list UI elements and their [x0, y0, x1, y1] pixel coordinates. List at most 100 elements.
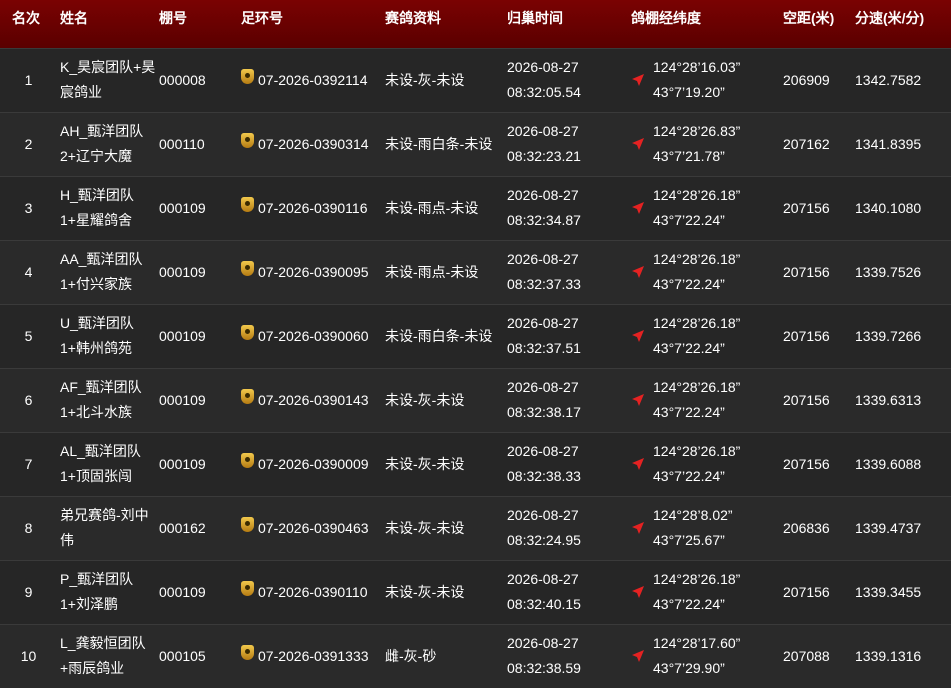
location-arrow-icon[interactable] [631, 585, 645, 599]
coords-cell[interactable]: 124°28’16.03” 43°7’19.20” [631, 48, 783, 112]
table-header-row: 名次 姓名 棚号 足环号 赛鸽资料 归巢时间 鸽棚经纬度 空距(米) 分速(米/… [0, 0, 951, 48]
shield-icon [241, 132, 254, 148]
info-cell: 未设-雨点-未设 [385, 199, 479, 216]
coords-cell[interactable]: 124°28’26.83” 43°7’21.78” [631, 112, 783, 176]
longitude: 124°28’26.83” [653, 123, 741, 139]
name-line-1: H_甄洋团队 [60, 187, 134, 203]
location-arrow-icon[interactable] [631, 521, 645, 535]
name-cell: 弟兄赛鸽-刘中 伟 [57, 496, 159, 560]
arrival-time: 08:32:38.17 [507, 404, 581, 420]
ring-cell: 07-2026-0390314 [241, 112, 385, 176]
location-arrow-icon[interactable] [631, 457, 645, 471]
ring-cell: 07-2026-0390095 [241, 240, 385, 304]
ring-number: 07-2026-0390095 [258, 263, 369, 280]
shield-icon [241, 68, 254, 84]
table-row[interactable]: 2 AH_甄洋团队 2+辽宁大魔 000110 07-2026-0390314 … [0, 112, 951, 176]
longitude: 124°28’8.02” [653, 507, 733, 523]
loft-cell: 000109 [159, 455, 206, 472]
name-line-1: U_甄洋团队 [60, 315, 134, 331]
coords-cell[interactable]: 124°28’26.18” 43°7’22.24” [631, 560, 783, 624]
info-cell: 未设-灰-未设 [385, 455, 465, 472]
table-row[interactable]: 8 弟兄赛鸽-刘中 伟 000162 07-2026-0390463 未设-灰-… [0, 496, 951, 560]
latitude: 43°7’29.90” [653, 660, 725, 677]
name-line-2: 1+刘泽鹏 [60, 596, 118, 612]
location-arrow-icon[interactable] [631, 329, 645, 343]
location-arrow-icon[interactable] [631, 137, 645, 151]
name-cell: AA_甄洋团队 1+付兴家族 [57, 240, 159, 304]
coords-cell[interactable]: 124°28’26.18” 43°7’22.24” [631, 176, 783, 240]
table-row[interactable]: 6 AF_甄洋团队 1+北斗水族 000109 07-2026-0390143 … [0, 368, 951, 432]
rank-cell: 3 [24, 199, 33, 216]
location-arrow-icon[interactable] [631, 201, 645, 215]
header-coords: 鸽棚经纬度 [631, 10, 701, 26]
ring-number: 07-2026-0390009 [258, 455, 369, 472]
table-row[interactable]: 3 H_甄洋团队 1+星耀鸽舍 000109 07-2026-0390116 未… [0, 176, 951, 240]
longitude: 124°28’16.03” [653, 59, 741, 75]
time-cell: 2026-08-27 08:32:38.17 [507, 368, 631, 432]
longitude: 124°28’26.18” [653, 251, 741, 267]
loft-cell: 000109 [159, 391, 206, 408]
name-line-1: K_昊宸团队+昊 [60, 59, 156, 75]
arrival-date: 2026-08-27 [507, 251, 579, 267]
ring-cell: 07-2026-0390143 [241, 368, 385, 432]
header-name: 姓名 [60, 10, 88, 26]
table-row[interactable]: 9 P_甄洋团队 1+刘泽鹏 000109 07-2026-0390110 未设… [0, 560, 951, 624]
latitude: 43°7’22.24” [653, 340, 725, 356]
table-row[interactable]: 7 AL_甄洋团队 1+顶固张闯 000109 07-2026-0390009 … [0, 432, 951, 496]
speed-cell: 1339.7266 [855, 327, 922, 344]
arrival-date: 2026-08-27 [507, 571, 579, 587]
coords-cell[interactable]: 124°28’26.18” 43°7’22.24” [631, 432, 783, 496]
table-body: 1 K_昊宸团队+昊 宸鸽业 000008 07-2026-0392114 未设… [0, 48, 951, 688]
coords-cell[interactable]: 124°28’17.60” 43°7’29.90” [631, 624, 783, 688]
name-line-2: 1+付兴家族 [60, 276, 132, 292]
coords-cell[interactable]: 124°28’26.18” 43°7’22.24” [631, 304, 783, 368]
longitude: 124°28’26.18” [653, 379, 741, 395]
longitude: 124°28’26.18” [653, 187, 741, 203]
location-arrow-icon[interactable] [631, 649, 645, 663]
results-table: 名次 姓名 棚号 足环号 赛鸽资料 归巢时间 鸽棚经纬度 空距(米) 分速(米/… [0, 0, 951, 688]
ring-number: 07-2026-0391333 [258, 647, 369, 664]
speed-cell: 1339.7526 [855, 263, 922, 280]
latitude: 43°7’22.24” [653, 276, 725, 292]
table-row[interactable]: 10 L_龚毅恒团队 +雨辰鸽业 000105 07-2026-0391333 … [0, 624, 951, 688]
shield-icon [241, 324, 254, 340]
distance-cell: 207156 [783, 327, 830, 344]
location-arrow-icon[interactable] [631, 73, 645, 87]
arrival-date: 2026-08-27 [507, 187, 579, 203]
distance-cell: 207156 [783, 455, 830, 472]
longitude: 124°28’26.18” [653, 315, 741, 331]
ring-cell: 07-2026-0391333 [241, 624, 385, 688]
location-arrow-icon[interactable] [631, 393, 645, 407]
distance-cell: 207088 [783, 647, 830, 664]
rank-cell: 5 [24, 327, 33, 344]
name-line-2: 宸鸽业 [60, 84, 102, 100]
name-cell: AL_甄洋团队 1+顶固张闯 [57, 432, 159, 496]
name-line-2: +雨辰鸽业 [60, 660, 125, 677]
longitude: 124°28’17.60” [653, 635, 741, 652]
table-row[interactable]: 4 AA_甄洋团队 1+付兴家族 000109 07-2026-0390095 … [0, 240, 951, 304]
location-arrow-icon[interactable] [631, 265, 645, 279]
latitude: 43°7’19.20” [653, 84, 725, 100]
coords-cell[interactable]: 124°28’26.18” 43°7’22.24” [631, 368, 783, 432]
header-speed: 分速(米/分) [855, 10, 925, 26]
ring-cell: 07-2026-0390060 [241, 304, 385, 368]
ring-cell: 07-2026-0390009 [241, 432, 385, 496]
loft-cell: 000109 [159, 199, 206, 216]
name-line-1: AA_甄洋团队 [60, 251, 143, 267]
arrival-time: 08:32:40.15 [507, 596, 581, 612]
rank-cell: 9 [24, 583, 33, 600]
info-cell: 未设-雨白条-未设 [385, 135, 493, 152]
ring-number: 07-2026-0390143 [258, 391, 369, 408]
coords-cell[interactable]: 124°28’26.18” 43°7’22.24” [631, 240, 783, 304]
table-row[interactable]: 5 U_甄洋团队 1+韩州鸽苑 000109 07-2026-0390060 未… [0, 304, 951, 368]
name-line-2: 1+北斗水族 [60, 404, 132, 420]
coords-cell[interactable]: 124°28’8.02” 43°7’25.67” [631, 496, 783, 560]
name-line-1: AH_甄洋团队 [60, 123, 144, 139]
table-row[interactable]: 1 K_昊宸团队+昊 宸鸽业 000008 07-2026-0392114 未设… [0, 48, 951, 112]
header-time: 归巢时间 [507, 10, 563, 26]
loft-cell: 000110 [159, 135, 205, 152]
header-loft: 棚号 [159, 10, 187, 26]
rank-cell: 1 [24, 71, 33, 88]
latitude: 43°7’22.24” [653, 404, 725, 420]
speed-cell: 1339.4737 [855, 519, 922, 536]
